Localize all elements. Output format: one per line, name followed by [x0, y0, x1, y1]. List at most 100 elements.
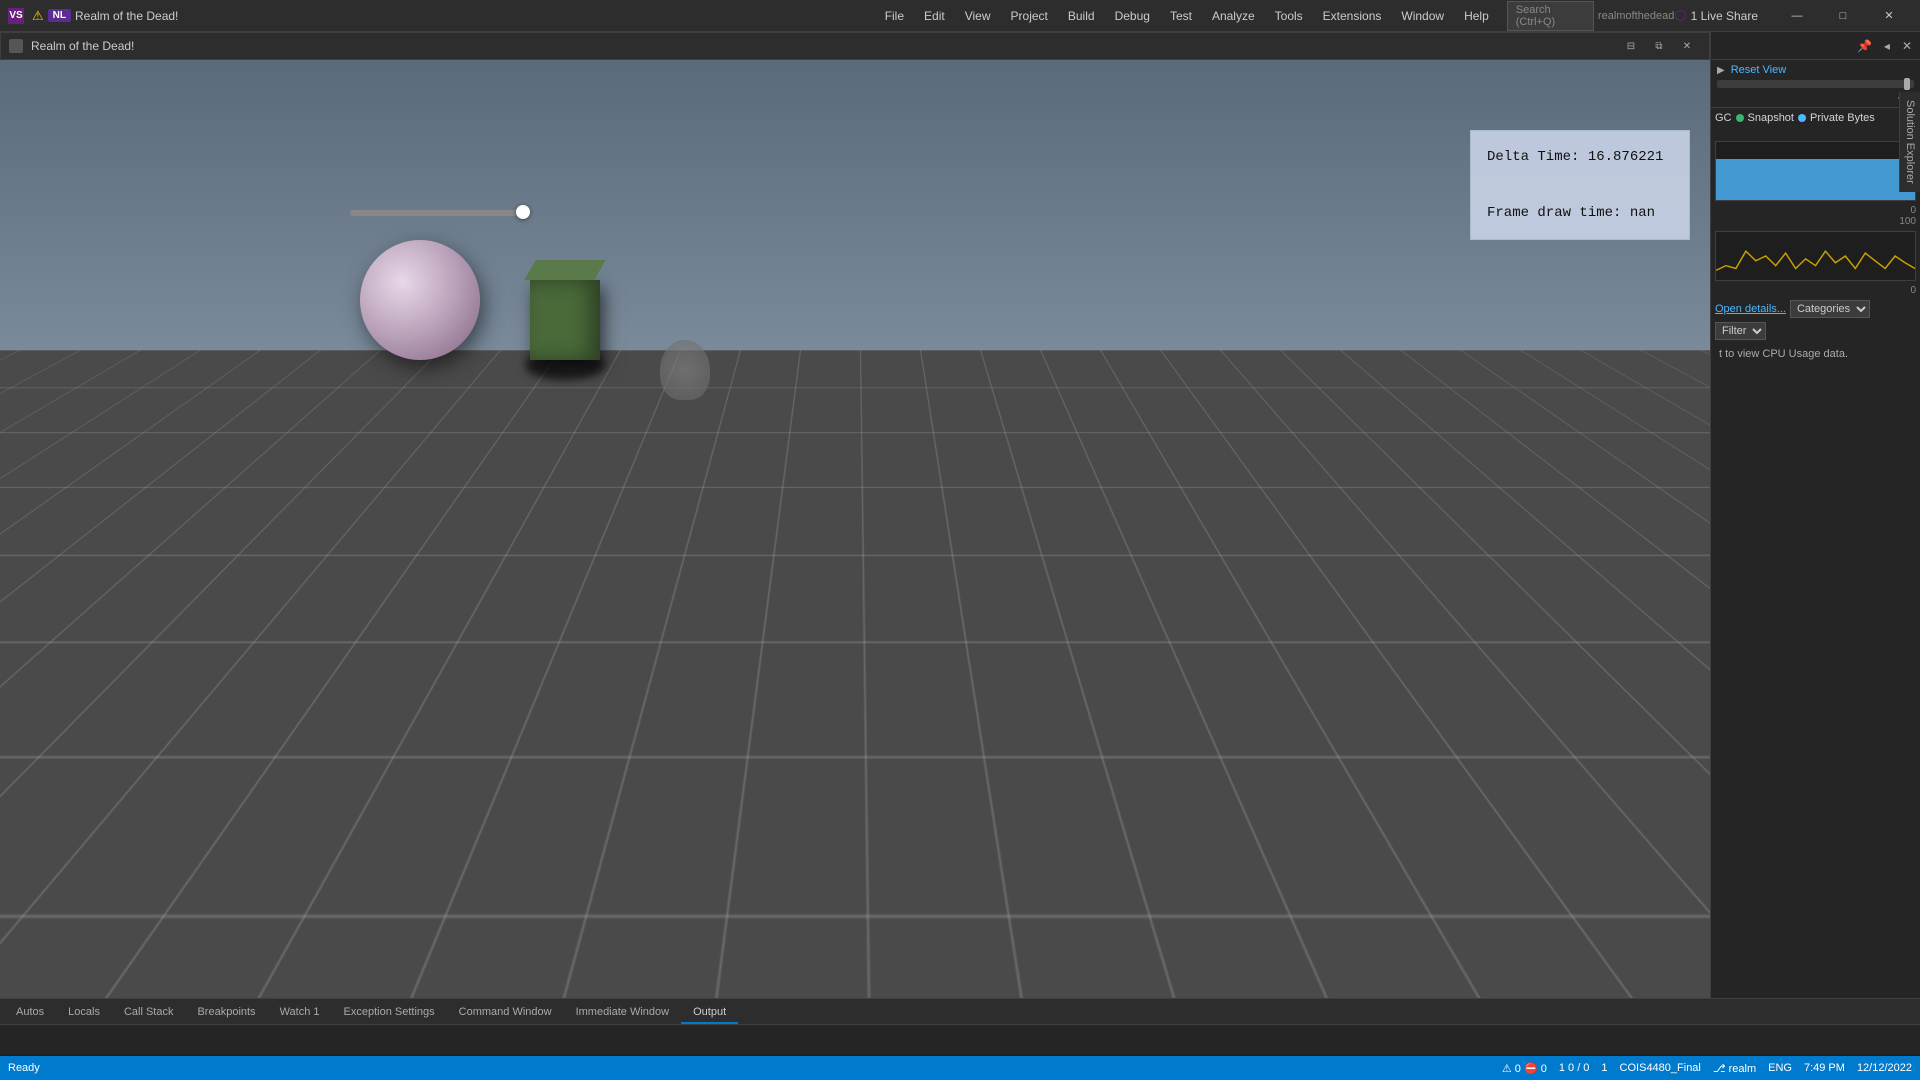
menu-analyze[interactable]: Analyze — [1202, 5, 1265, 27]
panel-close-button[interactable]: ✕ — [1898, 37, 1916, 55]
window-controls: — □ ✕ — [1774, 0, 1912, 32]
timeline-arrow: ▶ — [1717, 65, 1725, 76]
chart-value-zero2: 0 — [1715, 285, 1916, 296]
sphere-object — [360, 240, 480, 360]
status-time: 7:49 PM — [1804, 1062, 1845, 1074]
diag-gc-row: GC Snapshot Private Bytes — [1715, 112, 1916, 124]
chart-value-top: 638 — [1715, 126, 1916, 137]
3d-scene: Delta Time: 16.876221 Frame draw time: n… — [0, 60, 1710, 998]
menu-extensions[interactable]: Extensions — [1313, 5, 1392, 27]
menu-project[interactable]: Project — [1001, 5, 1058, 27]
tab-immediate-window[interactable]: Immediate Window — [564, 1002, 682, 1024]
game-title: Realm of the Dead! — [31, 39, 134, 53]
diagnostics-panel: GC Snapshot Private Bytes 638 0 100 — [1711, 108, 1920, 998]
game-float-button[interactable]: ⧉ — [1645, 35, 1673, 57]
git-branch[interactable]: ⎇ realm — [1713, 1062, 1756, 1075]
slider-thumb[interactable] — [516, 205, 530, 219]
status-line-info: 1 0 / 0 — [1559, 1062, 1590, 1074]
slider-container — [350, 210, 530, 216]
status-ready: Ready — [8, 1062, 40, 1074]
menu-test[interactable]: Test — [1160, 5, 1202, 27]
status-right: ⚠ 0 ⛔ 0 1 0 / 0 1 COIS4480_Final ⎇ realm… — [1502, 1062, 1912, 1075]
menu-view[interactable]: View — [955, 5, 1001, 27]
timeline-label: 40s — [1717, 92, 1914, 103]
tab-exception-settings[interactable]: Exception Settings — [332, 1002, 447, 1024]
user-badge: NL — [48, 9, 71, 22]
timeline-controls: ▶ Reset View — [1717, 64, 1914, 76]
live-share-button[interactable]: ⬡ 1 Live Share — [1674, 7, 1758, 24]
main-layout: Realm of the Dead! ⊟ ⧉ ✕ — [0, 32, 1920, 998]
waveform-chart — [1715, 231, 1916, 281]
categories-dropdown[interactable]: Categories — [1790, 300, 1870, 318]
filter-dropdown[interactable]: Filter — [1715, 322, 1766, 340]
private-bytes-label: Private Bytes — [1810, 112, 1875, 124]
close-button[interactable]: ✕ — [1866, 0, 1912, 32]
timeline-thumb[interactable] — [1904, 78, 1910, 90]
panel-pin-button[interactable]: 📌 — [1853, 37, 1876, 55]
status-project: COIS4480_Final — [1620, 1062, 1701, 1074]
title-bar: VS ⚠ NL Realm of the Dead! File Edit Vie… — [0, 0, 1920, 32]
live-share-icon: ⬡ — [1674, 7, 1686, 24]
tab-breakpoints[interactable]: Breakpoints — [185, 1002, 267, 1024]
chart-value-zero1: 0 — [1715, 205, 1916, 216]
game-unpin-button[interactable]: ⊟ — [1617, 35, 1645, 57]
game-close-button[interactable]: ✕ — [1673, 35, 1701, 57]
delta-time-label: Delta Time: 16.876221 — [1487, 143, 1673, 171]
menu-edit[interactable]: Edit — [914, 5, 955, 27]
reset-view-button[interactable]: Reset View — [1731, 64, 1786, 76]
snapshot-label: Snapshot — [1748, 112, 1794, 124]
tab-locals[interactable]: Locals — [56, 1002, 112, 1024]
app-icon-text: VS — [9, 10, 22, 21]
open-details-link[interactable]: Open details... — [1715, 303, 1786, 315]
tab-output[interactable]: Output — [681, 1002, 738, 1024]
menu-debug[interactable]: Debug — [1105, 5, 1160, 27]
app-icon: VS — [8, 8, 24, 24]
game-window: Realm of the Dead! ⊟ ⧉ ✕ — [0, 32, 1710, 998]
output-panel — [0, 1024, 1920, 1054]
status-errors[interactable]: ⚠ 0 ⛔ 0 — [1502, 1062, 1547, 1075]
maximize-button[interactable]: □ — [1820, 0, 1866, 32]
tab-watch1[interactable]: Watch 1 — [268, 1002, 332, 1024]
menu-bar-inline: File Edit View Project Build Debug Test … — [875, 1, 1675, 31]
game-icon — [9, 39, 23, 53]
status-date: 12/12/2022 — [1857, 1062, 1912, 1074]
chart-value-100: 100 — [1715, 216, 1916, 227]
diag-actions: Open details... Categories Filter — [1715, 296, 1916, 344]
minimize-button[interactable]: — — [1774, 0, 1820, 32]
status-language: ENG — [1768, 1062, 1792, 1074]
status-left: Ready — [8, 1062, 40, 1074]
timeline-bar[interactable] — [1717, 80, 1914, 88]
private-bytes-indicator — [1798, 114, 1806, 122]
cpu-message: t to view CPU Usage data. — [1715, 344, 1916, 364]
panel-collapse-button[interactable]: ◂ — [1880, 37, 1894, 55]
small-object — [660, 340, 710, 400]
menu-window[interactable]: Window — [1391, 5, 1454, 27]
menu-build[interactable]: Build — [1058, 5, 1105, 27]
tab-autos[interactable]: Autos — [4, 1002, 56, 1024]
gc-label: GC — [1715, 112, 1732, 124]
live-share-label: 1 Live Share — [1691, 9, 1758, 23]
tab-command-window[interactable]: Command Window — [447, 1002, 564, 1024]
project-name: realmofthedead — [1598, 10, 1674, 22]
menu-file[interactable]: File — [875, 5, 914, 27]
slider-track[interactable] — [350, 210, 530, 216]
gc-indicator — [1736, 114, 1744, 122]
frame-draw-label: Frame draw time: nan — [1487, 199, 1673, 227]
menu-tools[interactable]: Tools — [1265, 5, 1313, 27]
timeline-area: ▶ Reset View 40s — [1711, 60, 1920, 108]
app-title: Realm of the Dead! — [75, 9, 875, 23]
hud-overlay: Delta Time: 16.876221 Frame draw time: n… — [1470, 130, 1690, 240]
bottom-tabs: Autos Locals Call Stack Breakpoints Watc… — [0, 998, 1920, 1024]
search-box[interactable]: Search (Ctrl+Q) — [1507, 1, 1594, 31]
status-space-info: 1 — [1601, 1062, 1607, 1074]
solution-explorer-tab[interactable]: Solution Explorer — [1899, 92, 1920, 192]
chart-bar — [1716, 159, 1915, 200]
box-object — [530, 280, 600, 360]
right-panel: 📌 ◂ ✕ ▶ Reset View 40s GC Snapshot Priva — [1710, 32, 1920, 998]
diag-chart — [1715, 141, 1916, 201]
tab-call-stack[interactable]: Call Stack — [112, 1002, 186, 1024]
menu-help[interactable]: Help — [1454, 5, 1499, 27]
game-title-bar: Realm of the Dead! ⊟ ⧉ ✕ — [0, 32, 1710, 60]
grid-floor — [0, 350, 1710, 998]
status-bar: Ready ⚠ 0 ⛔ 0 1 0 / 0 1 COIS4480_Final ⎇… — [0, 1056, 1920, 1080]
